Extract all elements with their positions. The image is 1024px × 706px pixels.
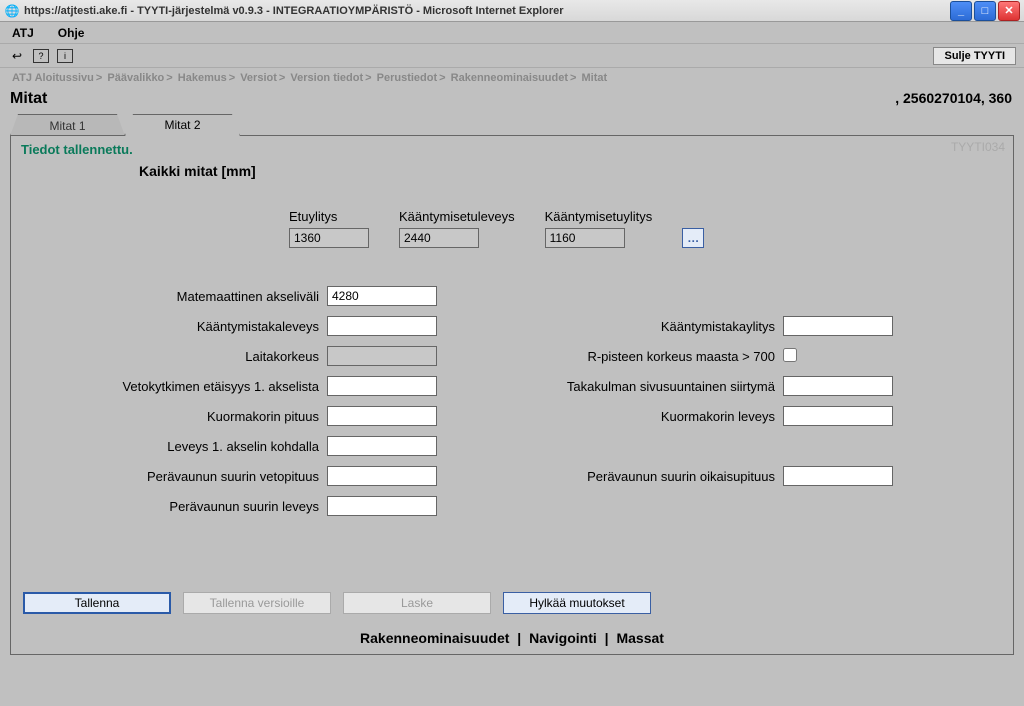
menu-atj[interactable]: ATJ bbox=[12, 26, 34, 40]
page-title: Mitat bbox=[10, 90, 47, 108]
save-versions-button: Tallenna versioille bbox=[183, 592, 331, 614]
footer-mas[interactable]: Massat bbox=[616, 630, 663, 646]
bc-6[interactable]: Rakenneominaisuudet bbox=[451, 72, 568, 84]
label-vetokytkimen: Vetokytkimen etäisyys 1. akselista bbox=[39, 379, 319, 394]
tab-mitat1[interactable]: Mitat 1 bbox=[10, 114, 125, 136]
input-kaantymistakaleveys[interactable] bbox=[327, 316, 437, 336]
label-kuormakorin-leveys: Kuormakorin leveys bbox=[455, 409, 775, 424]
label-leveys1: Leveys 1. akselin kohdalla bbox=[39, 439, 319, 454]
input-etuylitys[interactable] bbox=[289, 228, 369, 248]
menubar: ATJ Ohje bbox=[0, 22, 1024, 44]
tab-mitat2[interactable]: Mitat 2 bbox=[125, 114, 240, 136]
input-kuormakorin-pituus[interactable] bbox=[327, 406, 437, 426]
label-rpiste: R-pisteen korkeus maasta > 700 bbox=[455, 349, 775, 364]
bc-2[interactable]: Hakemus bbox=[178, 72, 227, 84]
footer-links: Rakenneominaisuudet | Navigointi | Massa… bbox=[11, 630, 1013, 646]
input-kaantymisetuleveys[interactable] bbox=[399, 228, 479, 248]
input-kaantymisetuylitys[interactable] bbox=[545, 228, 625, 248]
input-vetokytkimen[interactable] bbox=[327, 376, 437, 396]
window-titlebar: 🌐 https://atjtesti.ake.fi - TYYTI-järjes… bbox=[0, 0, 1024, 22]
label-peravaunu-leveys: Perävaunun suurin leveys bbox=[39, 499, 319, 514]
panel-code: TYYTI034 bbox=[951, 140, 1005, 154]
input-takakulman[interactable] bbox=[783, 376, 893, 396]
label-kaantymistakaylitys: Kääntymistakaylitys bbox=[455, 319, 775, 334]
label-etuylitys: Etuylitys bbox=[289, 209, 369, 224]
back-icon[interactable]: ↩ bbox=[8, 47, 26, 65]
label-kaantymisetuylitys: Kääntymisetuylitys bbox=[545, 209, 653, 224]
maximize-button[interactable]: □ bbox=[974, 1, 996, 21]
input-matemaattinen[interactable] bbox=[327, 286, 437, 306]
bc-7: Mitat bbox=[582, 72, 608, 84]
bc-5[interactable]: Perustiedot bbox=[377, 72, 438, 84]
label-kuormakorin-pituus: Kuormakorin pituus bbox=[39, 409, 319, 424]
input-kuormakorin-leveys[interactable] bbox=[783, 406, 893, 426]
ie-icon: 🌐 bbox=[4, 3, 20, 19]
bc-0[interactable]: ATJ Aloitussivu bbox=[12, 72, 94, 84]
save-button[interactable]: Tallenna bbox=[23, 592, 171, 614]
footer-rak[interactable]: Rakenneominaisuudet bbox=[360, 630, 509, 646]
reject-button[interactable]: Hylkää muutokset bbox=[503, 592, 651, 614]
input-peravaunu-leveys[interactable] bbox=[327, 496, 437, 516]
checkbox-rpiste[interactable] bbox=[783, 348, 797, 362]
window-title: https://atjtesti.ake.fi - TYYTI-järjeste… bbox=[24, 5, 950, 17]
panel: TYYTI034 Tiedot tallennettu. Kaikki mita… bbox=[10, 135, 1014, 655]
input-peravaunu-oikaisu[interactable] bbox=[783, 466, 893, 486]
breadcrumb: ATJ Aloitussivu> Päävalikko> Hakemus> Ve… bbox=[0, 68, 1024, 88]
input-kaantymistakaylitys[interactable] bbox=[783, 316, 893, 336]
label-kaantymistakaleveys: Kääntymistakaleveys bbox=[39, 319, 319, 334]
menu-ohje[interactable]: Ohje bbox=[58, 26, 85, 40]
toolbar: ↩ ? i Sulje TYYTI bbox=[0, 44, 1024, 68]
label-peravaunu-oikaisu: Perävaunun suurin oikaisupituus bbox=[455, 469, 775, 484]
label-matemaattinen: Matemaattinen akseliväli bbox=[39, 289, 319, 304]
panel-section-title: Kaikki mitat [mm] bbox=[19, 163, 1005, 179]
help-icon[interactable]: ? bbox=[32, 47, 50, 65]
close-app-button[interactable]: Sulje TYYTI bbox=[933, 47, 1016, 65]
bc-4[interactable]: Version tiedot bbox=[290, 72, 363, 84]
footer-nav[interactable]: Navigointi bbox=[529, 630, 597, 646]
bc-3[interactable]: Versiot bbox=[240, 72, 277, 84]
label-kaantymisetuleveys: Kääntymisetuleveys bbox=[399, 209, 515, 224]
label-peravaunu-veto: Perävaunun suurin vetopituus bbox=[39, 469, 319, 484]
more-button[interactable]: … bbox=[682, 228, 704, 248]
status-message: Tiedot tallennettu. bbox=[19, 142, 1005, 163]
info-icon[interactable]: i bbox=[56, 47, 74, 65]
label-takakulman: Takakulman sivusuuntainen siirtymä bbox=[455, 379, 775, 394]
minimize-button[interactable]: _ bbox=[950, 1, 972, 21]
page-id: , 2560270104, 360 bbox=[895, 90, 1012, 106]
input-leveys1[interactable] bbox=[327, 436, 437, 456]
input-peravaunu-veto[interactable] bbox=[327, 466, 437, 486]
label-laitakorkeus: Laitakorkeus bbox=[39, 349, 319, 364]
bc-1[interactable]: Päävalikko bbox=[107, 72, 164, 84]
calculate-button: Laske bbox=[343, 592, 491, 614]
close-window-button[interactable]: ✕ bbox=[998, 1, 1020, 21]
input-laitakorkeus bbox=[327, 346, 437, 366]
